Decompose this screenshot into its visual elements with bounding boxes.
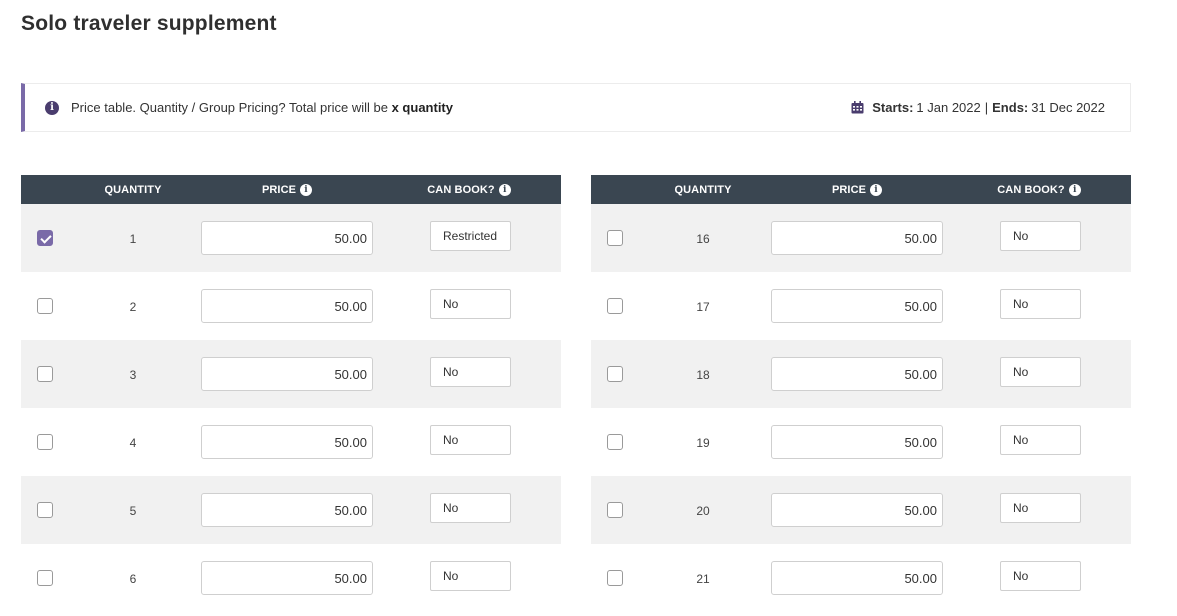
row-checkbox[interactable] xyxy=(37,502,53,518)
row-checkbox[interactable] xyxy=(607,230,623,246)
price-input[interactable]: 50.00 xyxy=(201,289,373,323)
price-input[interactable]: 50.00 xyxy=(771,289,943,323)
quantity-cell: 4 xyxy=(129,436,137,450)
table-row: 18 50.00 No xyxy=(591,340,1131,408)
table-header: QUANTITY PRICE i CAN BOOK? i xyxy=(21,175,561,204)
can-book-select[interactable]: No xyxy=(430,357,511,387)
info-banner: i Price table. Quantity / Group Pricing?… xyxy=(21,83,1131,132)
quantity-cell: 19 xyxy=(696,436,710,450)
quantity-cell: 3 xyxy=(129,368,137,382)
quantity-cell: 16 xyxy=(696,232,710,246)
date-separator: | xyxy=(984,100,989,115)
row-checkbox[interactable] xyxy=(607,434,623,450)
table-row: 4 50.00 No xyxy=(21,408,561,476)
quantity-cell: 5 xyxy=(129,504,137,518)
info-text-main: Price table. Quantity / Group Pricing? T… xyxy=(71,100,388,115)
table-row: 5 50.00 No xyxy=(21,476,561,544)
ends-value: 31 Dec 2022 xyxy=(1031,100,1105,115)
can-book-info-icon[interactable]: i xyxy=(498,183,511,196)
table-row: 16 50.00 No xyxy=(591,204,1131,272)
can-book-select[interactable]: Restricted xyxy=(430,221,511,251)
price-input[interactable]: 50.00 xyxy=(201,425,373,459)
row-checkbox[interactable] xyxy=(37,434,53,450)
row-checkbox[interactable] xyxy=(607,570,623,586)
can-book-select[interactable]: No xyxy=(430,493,511,523)
quantity-cell: 21 xyxy=(696,572,710,586)
price-input[interactable]: 50.00 xyxy=(201,561,373,595)
can-book-select[interactable]: No xyxy=(1000,357,1081,387)
header-quantity: QUANTITY xyxy=(104,183,162,196)
price-input[interactable]: 50.00 xyxy=(771,425,943,459)
starts-label: Starts: xyxy=(872,100,914,115)
row-checkbox[interactable] xyxy=(37,230,53,246)
price-input[interactable]: 50.00 xyxy=(771,221,943,255)
quantity-cell: 20 xyxy=(696,504,710,518)
info-text: Price table. Quantity / Group Pricing? T… xyxy=(71,100,453,115)
page-title: Solo traveler supplement xyxy=(21,12,277,35)
price-info-icon[interactable]: i xyxy=(870,183,883,196)
row-checkbox[interactable] xyxy=(37,570,53,586)
date-range: Starts: 1 Jan 2022 | Ends: 31 Dec 2022 xyxy=(851,100,1109,115)
quantity-cell: 17 xyxy=(696,300,710,314)
price-input[interactable]: 50.00 xyxy=(771,561,943,595)
ends-label: Ends: xyxy=(992,100,1029,115)
can-book-select[interactable]: No xyxy=(1000,493,1081,523)
table-row: 2 50.00 No xyxy=(21,272,561,340)
header-price: PRICE i xyxy=(201,175,373,204)
table-header: QUANTITY PRICE i CAN BOOK? i xyxy=(591,175,1131,204)
can-book-select[interactable]: No xyxy=(430,425,511,455)
price-table-right: QUANTITY PRICE i CAN BOOK? i 16 50.00 No 17 50… xyxy=(591,175,1131,612)
can-book-select[interactable]: No xyxy=(1000,561,1081,591)
can-book-select[interactable]: No xyxy=(430,289,511,319)
can-book-select[interactable]: No xyxy=(1000,425,1081,455)
table-body: 16 50.00 No 17 50.00 No 18 50.00 No 19 50.00 No 20 50… xyxy=(591,204,1131,612)
price-input[interactable]: 50.00 xyxy=(201,357,373,391)
row-checkbox[interactable] xyxy=(37,298,53,314)
header-quantity: QUANTITY xyxy=(674,183,732,196)
row-checkbox[interactable] xyxy=(37,366,53,382)
row-checkbox[interactable] xyxy=(607,298,623,314)
table-row: 6 50.00 No xyxy=(21,544,561,612)
quantity-cell: 6 xyxy=(129,572,137,586)
calendar-icon xyxy=(851,101,864,114)
price-input[interactable]: 50.00 xyxy=(201,221,373,255)
price-input[interactable]: 50.00 xyxy=(771,357,943,391)
can-book-select[interactable]: No xyxy=(1000,289,1081,319)
header-price: PRICE i xyxy=(771,175,943,204)
table-row: 20 50.00 No xyxy=(591,476,1131,544)
header-can-book: CAN BOOK? i xyxy=(989,175,1089,204)
info-icon: i xyxy=(45,100,59,115)
can-book-select[interactable]: No xyxy=(1000,221,1081,251)
price-table-left: QUANTITY PRICE i CAN BOOK? i 1 50.00 Restric… xyxy=(21,175,561,612)
info-message: i Price table. Quantity / Group Pricing?… xyxy=(45,100,453,115)
row-checkbox[interactable] xyxy=(607,502,623,518)
price-input[interactable]: 50.00 xyxy=(201,493,373,527)
can-book-info-icon[interactable]: i xyxy=(1068,183,1081,196)
can-book-select[interactable]: No xyxy=(430,561,511,591)
table-row: 19 50.00 No xyxy=(591,408,1131,476)
table-row: 3 50.00 No xyxy=(21,340,561,408)
price-info-icon[interactable]: i xyxy=(300,183,313,196)
price-input[interactable]: 50.00 xyxy=(771,493,943,527)
quantity-cell: 2 xyxy=(129,300,137,314)
quantity-cell: 18 xyxy=(696,368,710,382)
row-checkbox[interactable] xyxy=(607,366,623,382)
quantity-cell: 1 xyxy=(129,232,137,246)
header-can-book: CAN BOOK? i xyxy=(419,175,519,204)
info-text-bold: x quantity xyxy=(391,100,453,115)
table-row: 1 50.00 Restricted xyxy=(21,204,561,272)
table-row: 21 50.00 No xyxy=(591,544,1131,612)
starts-value: 1 Jan 2022 xyxy=(916,100,981,115)
table-body: 1 50.00 Restricted 2 50.00 No 3 50.00 No 4 50.00 No… xyxy=(21,204,561,612)
table-row: 17 50.00 No xyxy=(591,272,1131,340)
